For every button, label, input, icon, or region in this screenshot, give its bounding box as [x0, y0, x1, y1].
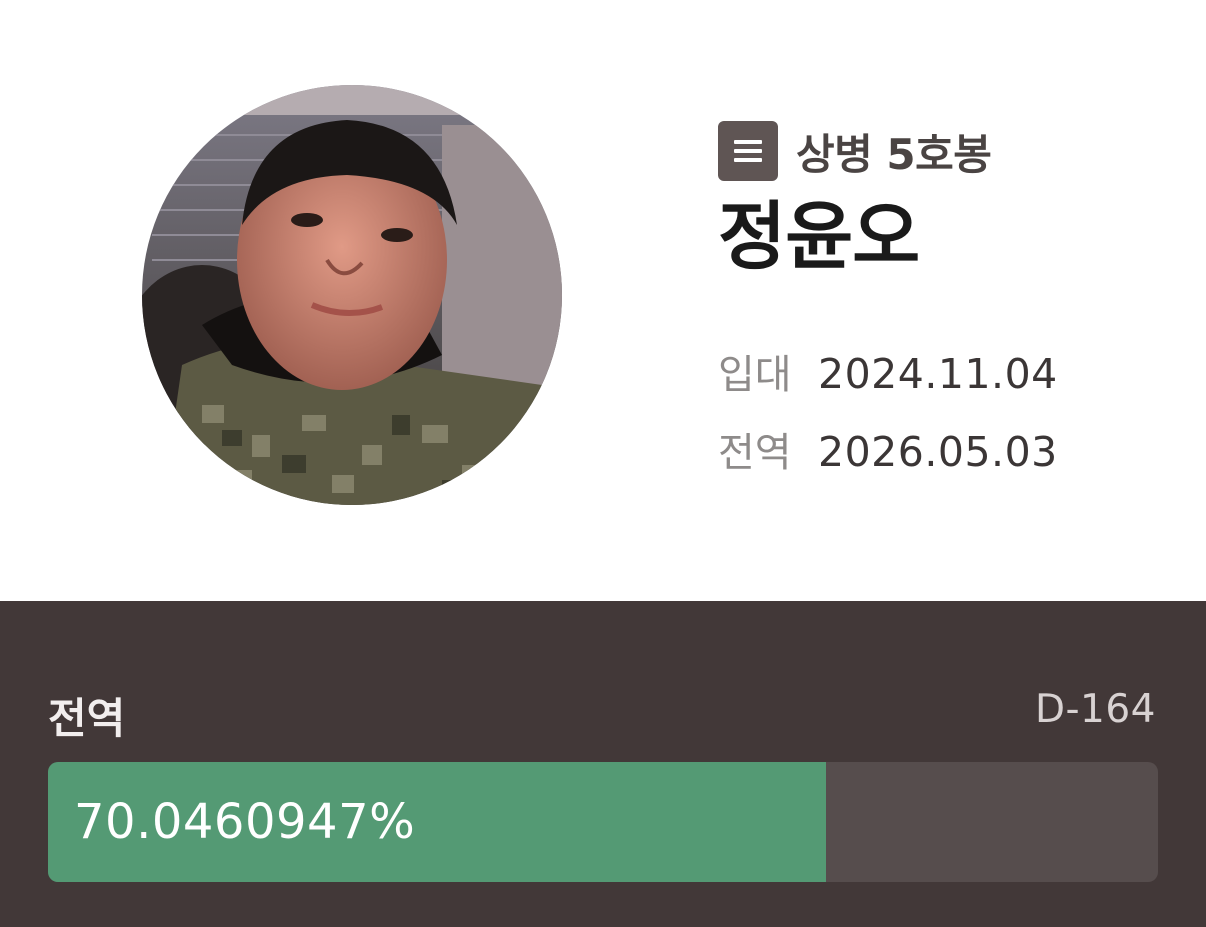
avatar-photo — [142, 85, 562, 505]
enlist-date: 2024.11.04 — [818, 350, 1058, 398]
progress-bar: 70.0460947% — [48, 762, 1158, 882]
avatar — [142, 85, 562, 505]
soldier-name: 정윤오 — [718, 194, 920, 280]
rank-row: 상병 5호봉 — [718, 120, 992, 182]
progress-title: 전역 — [48, 694, 126, 743]
discharge-row: 전역 2026.05.03 — [718, 420, 1058, 478]
rank-label: 상병 5호봉 — [796, 129, 992, 179]
profile-section: 상병 5호봉 정윤오 입대 2024.11.04 전역 2026.05.03 — [0, 0, 1206, 601]
menu-lines-icon — [718, 121, 778, 181]
discharge-date: 2026.05.03 — [818, 428, 1058, 476]
dday-counter: D-164 — [1034, 687, 1156, 732]
progress-percent: 70.0460947% — [74, 794, 416, 850]
enlist-label: 입대 — [718, 352, 792, 398]
progress-panel: 전역 D-164 70.0460947% — [0, 601, 1206, 927]
discharge-label: 전역 — [718, 430, 792, 476]
enlist-row: 입대 2024.11.04 — [718, 342, 1058, 400]
